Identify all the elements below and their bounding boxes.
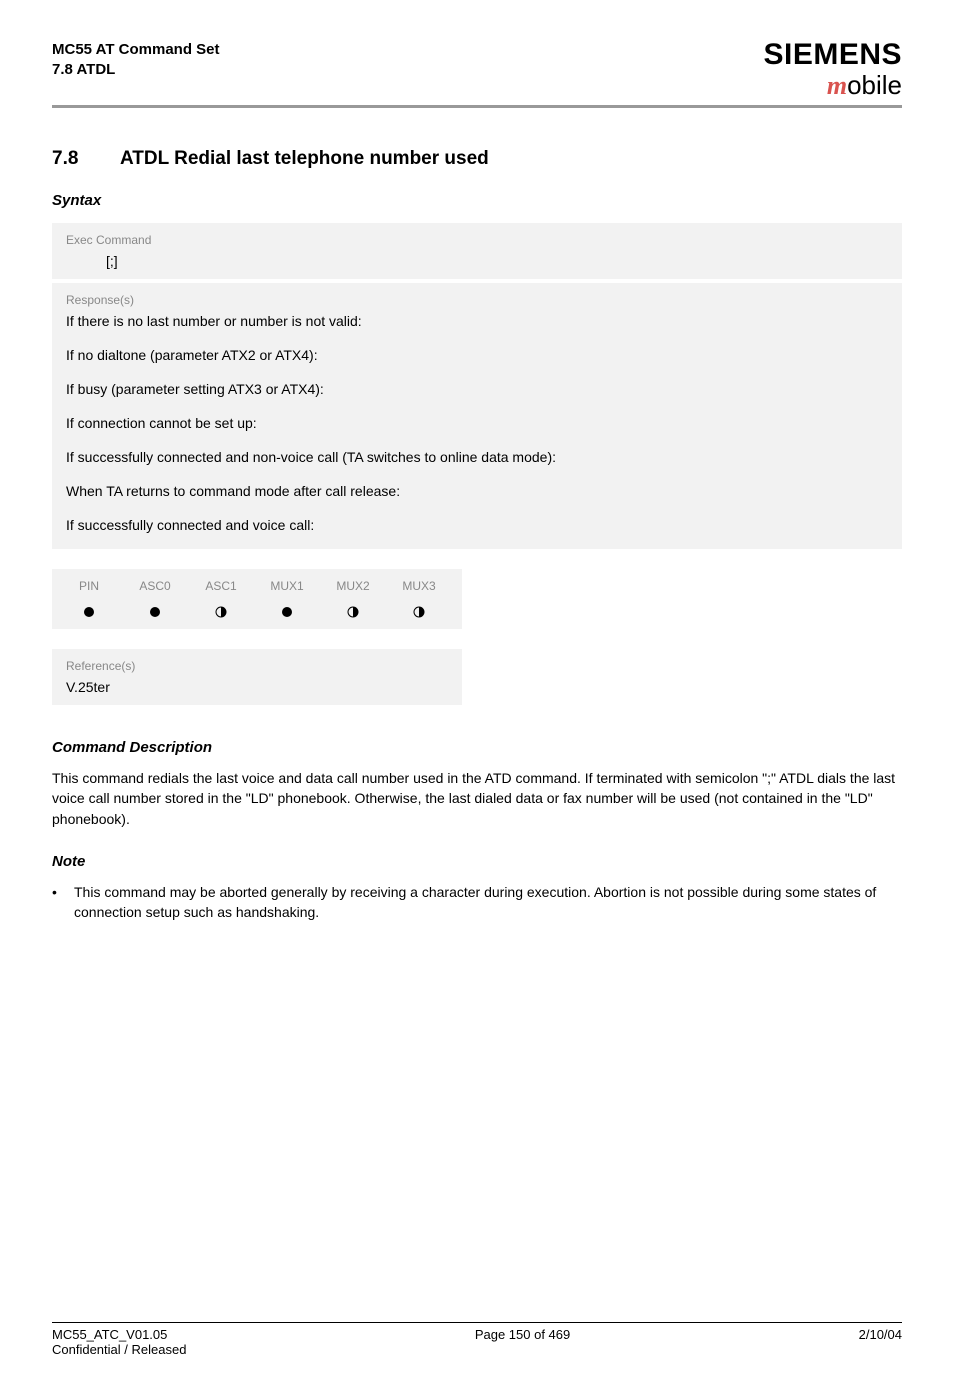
header-divider [52, 105, 902, 108]
page-header: MC55 AT Command Set 7.8 ATDL SIEMENS mob… [52, 40, 902, 99]
subbrand-text: mobile [763, 72, 902, 99]
note-bullet-row: • This command may be aborted generally … [52, 882, 902, 923]
reference-label: Reference(s) [66, 659, 448, 673]
channel-support-table: PIN ASC0 ASC1 MUX1 MUX2 MUX3 [52, 569, 462, 629]
section-heading: 7.8 ATDL Redial last telephone number us… [52, 148, 902, 170]
response-line: If connection cannot be set up: [66, 415, 888, 431]
doc-title: MC55 AT Command Set [52, 40, 220, 60]
note-text: This command may be aborted generally by… [74, 882, 902, 923]
state-icon-half [386, 593, 452, 619]
command-description-heading: Command Description [52, 739, 902, 756]
footer-left: MC55_ATC_V01.05 Confidential / Released [52, 1327, 186, 1357]
doc-subtitle: 7.8 ATDL [52, 60, 220, 80]
reference-box: Reference(s) V.25ter [52, 649, 462, 705]
subbrand-rest: obile [847, 70, 902, 100]
reference-value: V.25ter [66, 679, 448, 695]
state-icon-full [122, 593, 188, 619]
section-number: 7.8 [52, 148, 78, 169]
state-icon-full [56, 593, 122, 619]
response-line: If busy (parameter setting ATX3 or ATX4)… [66, 381, 888, 397]
footer-page-number: Page 150 of 469 [475, 1327, 570, 1357]
response-line: If no dialtone (parameter ATX2 or ATX4): [66, 347, 888, 363]
footer-confidentiality: Confidential / Released [52, 1342, 186, 1357]
header-left: MC55 AT Command Set 7.8 ATDL [52, 40, 220, 81]
response-line: If successfully connected and non-voice … [66, 449, 888, 465]
state-icon-half [320, 593, 386, 619]
response-label: Response(s) [66, 293, 888, 307]
channel-header: MUX3 [386, 579, 452, 593]
response-line: If successfully connected and voice call… [66, 517, 888, 533]
channel-header: MUX2 [320, 579, 386, 593]
exec-command-box: Exec Command [;] [52, 223, 902, 279]
footer-date: 2/10/04 [859, 1327, 902, 1357]
subbrand-m: m [827, 71, 847, 100]
channel-header: ASC0 [122, 579, 188, 593]
response-box: Response(s) If there is no last number o… [52, 283, 902, 549]
header-right: SIEMENS mobile [763, 40, 902, 99]
channel-header: PIN [56, 579, 122, 593]
bullet-icon: • [52, 882, 74, 923]
note-heading: Note [52, 853, 902, 870]
brand-logo-text: SIEMENS [763, 40, 902, 70]
channel-header: ASC1 [188, 579, 254, 593]
response-line: When TA returns to command mode after ca… [66, 483, 888, 499]
footer-version: MC55_ATC_V01.05 [52, 1327, 186, 1342]
channel-header-row: PIN ASC0 ASC1 MUX1 MUX2 MUX3 [56, 579, 458, 593]
command-description-text: This command redials the last voice and … [52, 768, 902, 829]
channel-header: MUX1 [254, 579, 320, 593]
section-title-text: ATDL Redial last telephone number used [120, 148, 489, 169]
response-line: If there is no last number or number is … [66, 313, 888, 329]
state-icon-half [188, 593, 254, 619]
syntax-heading: Syntax [52, 192, 902, 209]
channel-state-row [56, 593, 458, 619]
exec-command: [;] [66, 253, 888, 269]
exec-label: Exec Command [66, 233, 888, 247]
state-icon-full [254, 593, 320, 619]
page-footer: MC55_ATC_V01.05 Confidential / Released … [52, 1323, 902, 1357]
